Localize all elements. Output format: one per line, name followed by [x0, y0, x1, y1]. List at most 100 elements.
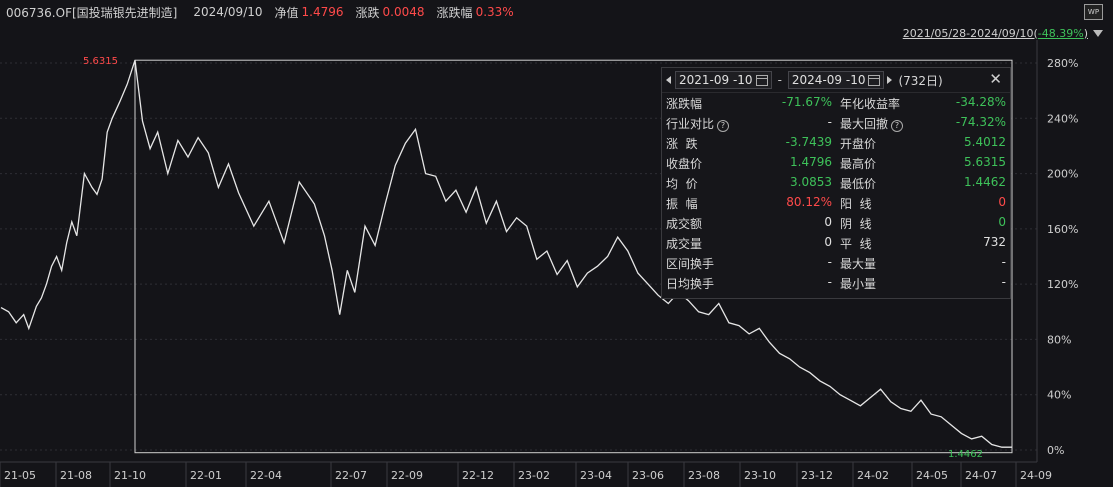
x-tick-label: 24-09: [1020, 469, 1052, 482]
stats-cell: 区间换手 -: [662, 255, 836, 272]
x-tick-label: 22-01: [190, 469, 222, 482]
stats-label: 行业对比: [666, 116, 715, 131]
stats-label: 年化收益率: [840, 96, 901, 111]
stats-label: 区间换手: [666, 256, 715, 271]
stats-row: 成交额 0 阴 线 0: [662, 213, 1010, 233]
stats-label: 最低价: [840, 176, 877, 191]
prev-arrow-icon[interactable]: [666, 76, 671, 84]
date-separator: -: [777, 73, 782, 87]
x-tick-label: 24-02: [857, 469, 889, 482]
stats-value: 0: [824, 234, 832, 249]
stats-value: -3.7439: [785, 134, 832, 149]
stats-value: 3.0853: [790, 174, 832, 189]
x-tick-label: 24-05: [916, 469, 948, 482]
stats-label: 振 幅: [666, 196, 698, 211]
stats-label: 最大回撤: [840, 116, 889, 131]
stats-cell: 最小量 -: [836, 275, 1010, 292]
x-axis: 21-05 21-08 21-10 22-01 22-04 22-07 22-09 22-12…: [0, 462, 1052, 487]
stats-label-wrap: 收盘价: [666, 155, 702, 172]
stats-cell: 均 价 3.0853: [662, 175, 836, 192]
stats-cell: 阴 线 0: [836, 215, 1010, 232]
stats-value: -: [827, 114, 832, 129]
x-tick-label: 22-07: [335, 469, 367, 482]
stats-label: 最小量: [840, 276, 877, 291]
start-date-field[interactable]: 2021-09 -10: [675, 71, 772, 89]
stats-label: 开盘价: [840, 136, 877, 151]
end-date-field[interactable]: 2024-09 -10: [787, 71, 885, 89]
stats-label: 阴 线: [840, 216, 872, 231]
y-tick-label: 0%: [1047, 444, 1064, 457]
stats-label: 日均换手: [666, 276, 715, 291]
stats-value: -74.32%: [955, 114, 1006, 129]
stats-label-wrap: 阳 线: [840, 195, 872, 212]
stats-label: 最高价: [840, 156, 877, 171]
stats-label-wrap: 最低价: [840, 175, 876, 192]
stats-value: -: [1001, 254, 1006, 269]
x-tick-label: 24-07: [965, 469, 997, 482]
y-tick-label: 120%: [1047, 278, 1078, 291]
stats-label-wrap: 涨 跌: [666, 135, 698, 152]
x-tick-label: 23-08: [688, 469, 720, 482]
stats-value: -: [827, 254, 832, 269]
stats-row: 振 幅 80.12% 阳 线 0: [662, 193, 1010, 213]
max-value-label: 5.6315: [83, 56, 118, 67]
stats-label-wrap: 行业对比?: [666, 115, 730, 132]
x-tick-label: 22-09: [391, 469, 423, 482]
stats-cell: 最低价 1.4462: [836, 175, 1010, 192]
help-icon[interactable]: ?: [717, 119, 730, 132]
y-tick-label: 240%: [1047, 112, 1078, 125]
stats-label-wrap: 平 线: [840, 235, 872, 252]
stats-row: 涨 跌 -3.7439 开盘价 5.4012: [662, 133, 1010, 153]
x-tick-label: 23-02: [518, 469, 550, 482]
stats-cell: 收盘价 1.4796: [662, 155, 836, 172]
stats-label: 均 价: [666, 176, 698, 191]
stats-row: 收盘价 1.4796 最高价 5.6315: [662, 153, 1010, 173]
stats-label-wrap: 日均换手: [666, 275, 714, 292]
stats-label-wrap: 最高价: [840, 155, 876, 172]
stats-row: 区间换手 - 最大量 -: [662, 253, 1010, 273]
stats-value: 1.4796: [790, 154, 832, 169]
stats-label-wrap: 均 价: [666, 175, 698, 192]
stats-label: 平 线: [840, 236, 872, 251]
y-tick-label: 280%: [1047, 57, 1078, 70]
stats-row: 日均换手 - 最小量 -: [662, 273, 1010, 293]
stats-value: 1.4462: [964, 174, 1006, 189]
stats-cell: 成交量 0: [662, 235, 836, 252]
stats-value: 5.4012: [964, 134, 1006, 149]
stats-cell: 阳 线 0: [836, 195, 1010, 212]
y-tick-label: 80%: [1047, 333, 1071, 346]
stats-value: 5.6315: [964, 154, 1006, 169]
x-tick-label: 21-10: [114, 469, 146, 482]
stats-cell: 平 线 732: [836, 235, 1010, 252]
stats-value: 80.12%: [786, 194, 832, 209]
stats-label-wrap: 成交量: [666, 235, 702, 252]
calendar-icon[interactable]: [868, 74, 881, 86]
stats-label: 涨 跌: [666, 136, 698, 151]
min-value-label: 1.4462: [948, 449, 983, 460]
stats-label-wrap: 成交额: [666, 215, 702, 232]
x-tick-label: 23-12: [801, 469, 833, 482]
x-tick-label: 21-08: [60, 469, 92, 482]
y-tick-label: 160%: [1047, 223, 1078, 236]
stats-label-wrap: 最大量: [840, 255, 876, 272]
stats-cell: 振 幅 80.12%: [662, 195, 836, 212]
stats-value: 0: [998, 214, 1006, 229]
stats-cell: 最大量 -: [836, 255, 1010, 272]
close-icon[interactable]: ✕: [989, 70, 1002, 88]
x-tick-label: 22-12: [462, 469, 494, 482]
y-axis: 280% 240% 200% 160% 120% 80% 40% 0%: [1047, 57, 1078, 457]
help-icon[interactable]: ?: [891, 119, 904, 132]
stats-row: 涨跌幅 -71.67% 年化收益率 -34.28%: [662, 93, 1010, 113]
stats-row: 行业对比? - 最大回撤? -74.32%: [662, 113, 1010, 133]
start-date-text: 2021-09 -10: [679, 73, 753, 87]
x-tick-label: 22-04: [250, 469, 282, 482]
stats-value: 0: [824, 214, 832, 229]
y-tick-label: 200%: [1047, 168, 1078, 181]
interval-date-selector: 2021-09 -10 - 2024-09 -10 (732日) ✕: [662, 68, 1010, 93]
stats-label: 阳 线: [840, 196, 872, 211]
x-tick-label: 23-04: [580, 469, 612, 482]
stats-label: 收盘价: [666, 156, 703, 171]
next-arrow-icon[interactable]: [887, 76, 893, 84]
x-tick-label: 23-06: [632, 469, 664, 482]
calendar-icon[interactable]: [755, 74, 768, 86]
